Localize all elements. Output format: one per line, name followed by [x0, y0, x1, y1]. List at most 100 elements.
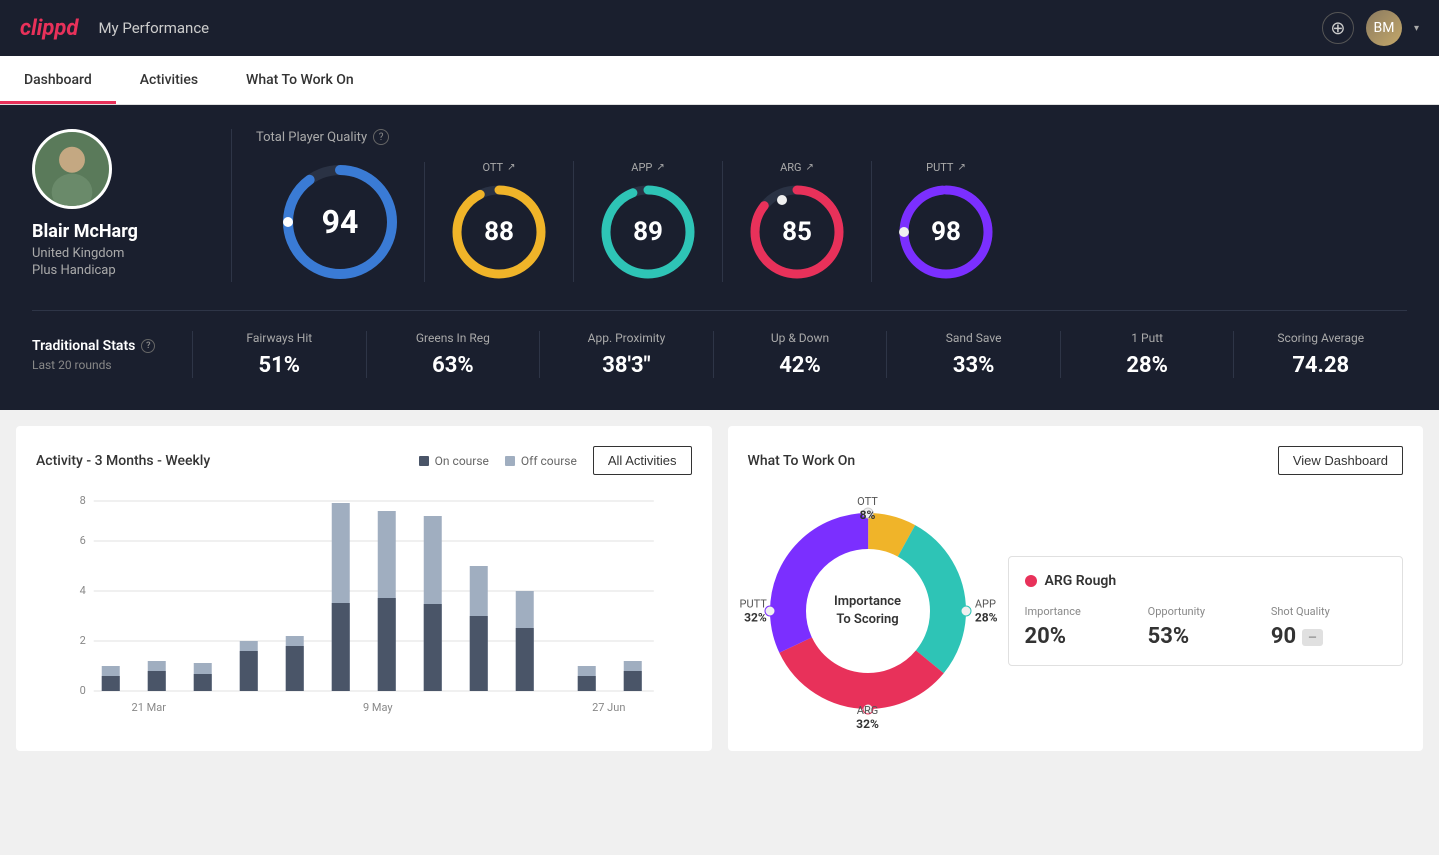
- hero-top: Blair McHarg United Kingdom Plus Handica…: [32, 129, 1407, 282]
- workon-header: What To Work On View Dashboard: [748, 446, 1404, 475]
- stat-fairways: Fairways Hit 51%: [192, 331, 366, 378]
- all-activities-button[interactable]: All Activities: [593, 446, 692, 475]
- stat-updown-value: 42%: [730, 353, 871, 378]
- workon-title: What To Work On: [748, 453, 856, 469]
- metric-opportunity: Opportunity 53%: [1148, 605, 1263, 649]
- arg-gauge: ARG ↗ 85: [723, 161, 872, 282]
- avatar[interactable]: BM: [1366, 10, 1402, 46]
- player-handicap: Plus Handicap: [32, 263, 116, 278]
- donut-chart: ImportanceTo Scoring OTT 8% APP 28% ARG …: [748, 491, 988, 731]
- player-name: Blair McHarg: [32, 221, 138, 242]
- svg-text:2: 2: [80, 634, 86, 647]
- metric-shot-quality: Shot Quality 90 —: [1271, 605, 1386, 649]
- stat-oneputt-value: 28%: [1077, 353, 1218, 378]
- header-right: ⊕ BM ▾: [1322, 10, 1419, 46]
- workon-panel: What To Work On View Dashboard: [728, 426, 1424, 751]
- stat-sandsave: Sand Save 33%: [886, 331, 1060, 378]
- svg-text:9 May: 9 May: [363, 701, 393, 714]
- svg-text:27 Jun: 27 Jun: [592, 701, 625, 714]
- quality-section: Total Player Quality ? 94: [232, 129, 1407, 282]
- avatar-initials: BM: [1373, 20, 1394, 36]
- tab-dashboard[interactable]: Dashboard: [0, 56, 116, 104]
- stat-gir-label: Greens In Reg: [383, 331, 524, 345]
- legend-on-course: On course: [419, 454, 489, 468]
- hero-section: Blair McHarg United Kingdom Plus Handica…: [0, 105, 1439, 410]
- stat-scoring: Scoring Average 74.28: [1233, 331, 1407, 378]
- logo: clippd: [20, 16, 78, 41]
- detail-card-title: ARG Rough: [1025, 573, 1387, 589]
- player-country: United Kingdom: [32, 246, 124, 261]
- header-title: My Performance: [98, 19, 209, 37]
- bottom-section: Activity - 3 Months - Weekly On course O…: [0, 410, 1439, 767]
- app-score: 89: [633, 217, 663, 247]
- stats-sublabel: Last 20 rounds: [32, 358, 192, 372]
- stats-help-icon[interactable]: ?: [141, 339, 155, 353]
- help-icon[interactable]: ?: [373, 129, 389, 145]
- legend-off-course: Off course: [505, 454, 577, 468]
- app-label: APP ↗: [631, 161, 664, 174]
- header: clippd My Performance ⊕ BM ▾: [0, 0, 1439, 56]
- putt-trend: ↗: [957, 162, 965, 173]
- header-left: clippd My Performance: [20, 16, 209, 41]
- stat-fairways-label: Fairways Hit: [209, 331, 350, 345]
- quality-label: Total Player Quality ?: [256, 129, 1407, 145]
- stats-label-section: Traditional Stats ? Last 20 rounds: [32, 338, 192, 372]
- add-button[interactable]: ⊕: [1322, 12, 1354, 44]
- arg-trend: ↗: [806, 162, 814, 173]
- ott-score: 88: [484, 217, 514, 247]
- main-gauge: 94: [256, 162, 425, 282]
- main-gauge-circle: 94: [280, 162, 400, 282]
- arg-segment-label: ARG 32%: [856, 704, 879, 731]
- metric-importance: Importance 20%: [1025, 605, 1140, 649]
- ott-gauge: OTT ↗ 88: [425, 161, 574, 282]
- scores-row: 94 OTT ↗ 88: [256, 161, 1407, 282]
- svg-text:21 Mar: 21 Mar: [132, 701, 167, 714]
- putt-segment-label: PUTT 32%: [740, 598, 767, 625]
- player-card: Blair McHarg United Kingdom Plus Handica…: [32, 129, 232, 282]
- app-gauge: APP ↗ 89: [574, 161, 723, 282]
- stat-oneputt: 1 Putt 28%: [1060, 331, 1234, 378]
- on-course-dot: [419, 456, 429, 466]
- app-trend: ↗: [656, 162, 664, 173]
- stat-updown: Up & Down 42%: [713, 331, 887, 378]
- detail-metrics: Importance 20% Opportunity 53% Shot Qual…: [1025, 605, 1387, 649]
- stat-sandsave-label: Sand Save: [903, 331, 1044, 345]
- donut-center-text: ImportanceTo Scoring: [834, 593, 901, 629]
- arg-score: 85: [782, 217, 812, 247]
- plus-icon: ⊕: [1330, 18, 1345, 39]
- workon-body: ImportanceTo Scoring OTT 8% APP 28% ARG …: [748, 491, 1404, 731]
- putt-label: PUTT ↗: [926, 161, 966, 174]
- tab-what-to-work-on[interactable]: What To Work On: [222, 56, 378, 104]
- chart-header: Activity - 3 Months - Weekly On course O…: [36, 446, 692, 475]
- putt-score: 98: [931, 217, 961, 247]
- view-dashboard-button[interactable]: View Dashboard: [1278, 446, 1403, 475]
- stats-row: Traditional Stats ? Last 20 rounds Fairw…: [32, 310, 1407, 378]
- chart-title: Activity - 3 Months - Weekly: [36, 453, 210, 469]
- svg-text:0: 0: [80, 684, 86, 697]
- stat-updown-label: Up & Down: [730, 331, 871, 345]
- main-score: 94: [322, 203, 359, 241]
- stat-scoring-label: Scoring Average: [1250, 331, 1391, 345]
- tabs-bar: Dashboard Activities What To Work On: [0, 56, 1439, 105]
- putt-gauge: PUTT ↗ 98: [872, 161, 1020, 282]
- app-gauge-circle: 89: [598, 182, 698, 282]
- tab-activities[interactable]: Activities: [116, 56, 222, 104]
- svg-text:4: 4: [80, 584, 86, 597]
- ott-gauge-circle: 88: [449, 182, 549, 282]
- svg-text:8: 8: [80, 494, 86, 507]
- chart-legend: On course Off course All Activities: [419, 446, 692, 475]
- svg-text:6: 6: [80, 534, 86, 547]
- ott-segment-label: OTT 8%: [857, 495, 878, 522]
- stat-proximity-value: 38'3": [556, 353, 697, 378]
- stat-proximity-label: App. Proximity: [556, 331, 697, 345]
- arg-gauge-circle: 85: [747, 182, 847, 282]
- stats-label: Traditional Stats ?: [32, 338, 192, 354]
- stat-oneputt-label: 1 Putt: [1077, 331, 1218, 345]
- app-segment-label: APP 28%: [975, 598, 998, 625]
- stat-gir-value: 63%: [383, 353, 524, 378]
- shot-quality-badge: —: [1302, 629, 1323, 646]
- off-course-dot: [505, 456, 515, 466]
- player-avatar: [32, 129, 112, 209]
- chart-panel: Activity - 3 Months - Weekly On course O…: [16, 426, 712, 751]
- stat-proximity: App. Proximity 38'3": [539, 331, 713, 378]
